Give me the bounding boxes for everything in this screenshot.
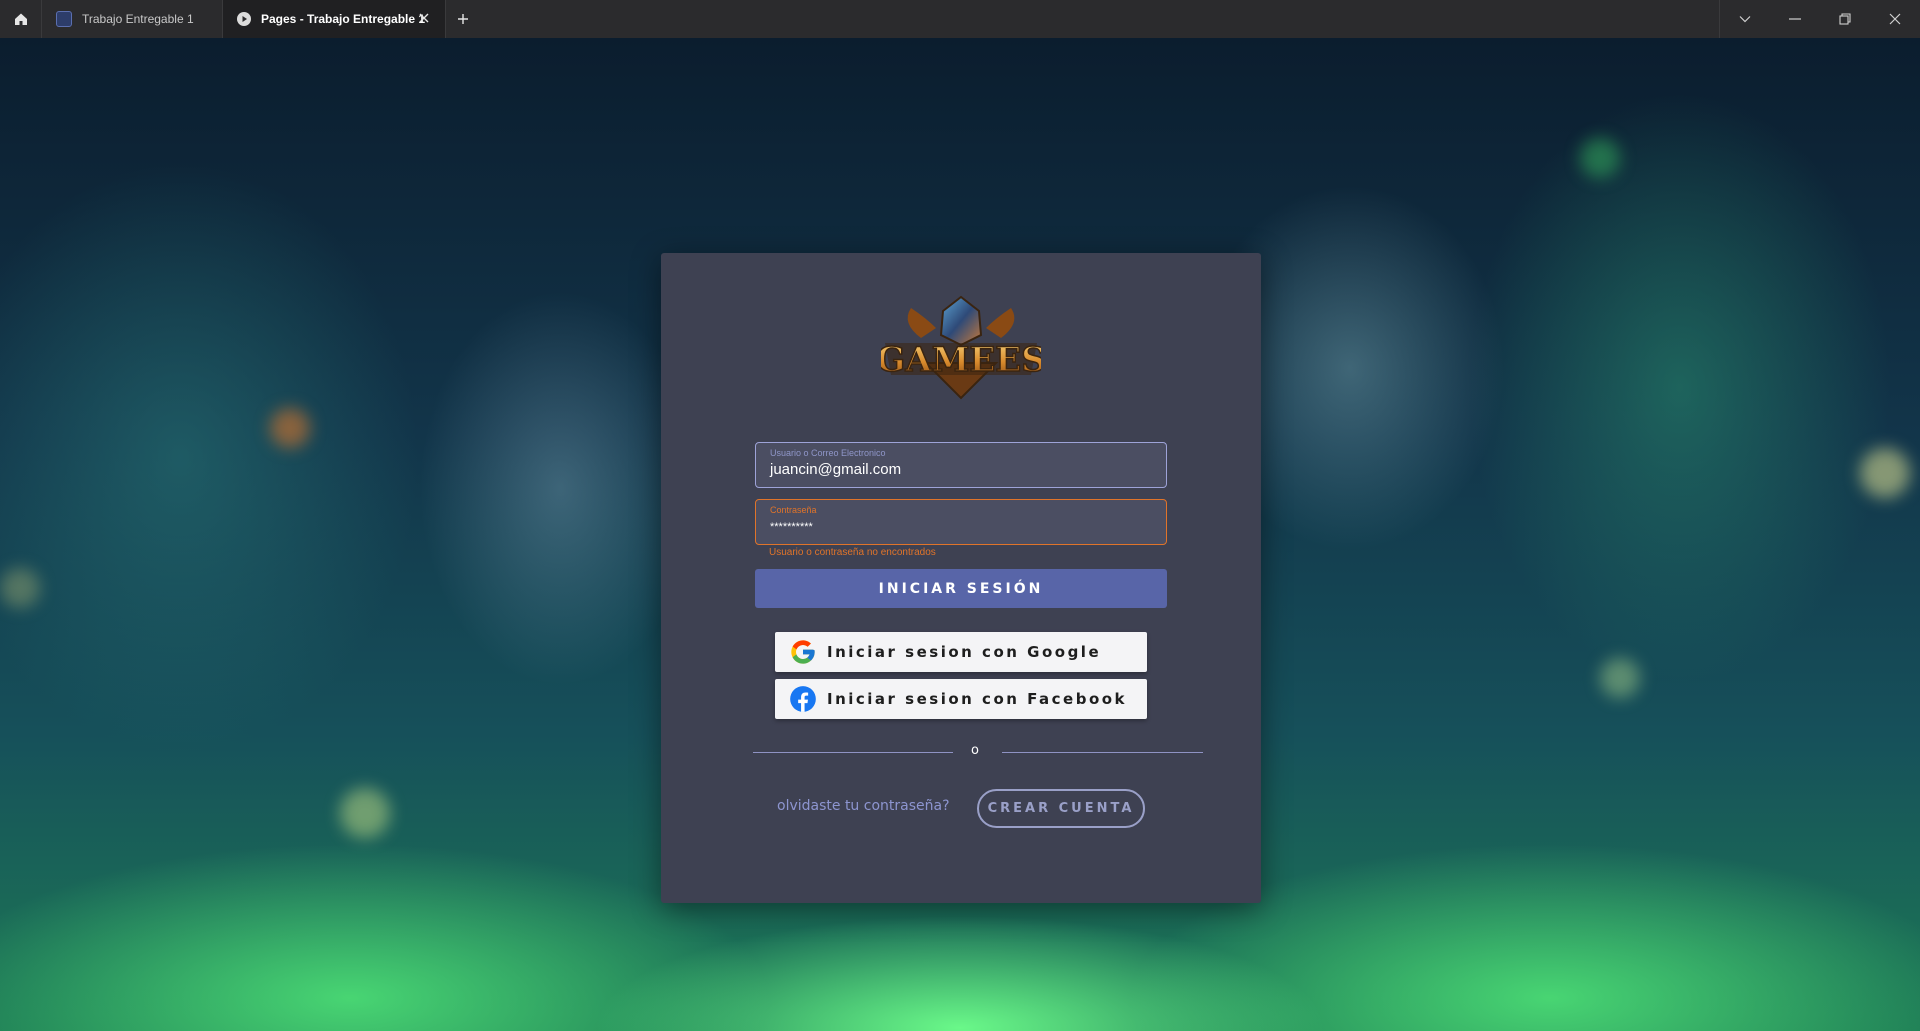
facebook-login-label: Iniciar sesion con Facebook — [827, 690, 1128, 708]
minimize-button[interactable] — [1770, 0, 1820, 38]
login-button[interactable]: INICIAR SESIÓN — [755, 569, 1167, 608]
logo-text: GAMEES — [881, 340, 1041, 380]
close-icon — [1889, 13, 1901, 25]
tab-label: Trabajo Entregable 1 — [82, 12, 194, 26]
google-login-label: Iniciar sesion con Google — [827, 643, 1102, 661]
new-tab-button[interactable] — [446, 0, 480, 38]
restore-icon — [1839, 13, 1851, 25]
close-icon — [419, 13, 429, 23]
login-card: GAMEES Usuario o Correo Electronico juan… — [661, 253, 1261, 903]
close-window-button[interactable] — [1870, 0, 1920, 38]
home-icon — [14, 13, 27, 25]
divider-line-left — [753, 752, 953, 753]
browser-title-bar: Trabajo Entregable 1 Pages - Trabajo Ent… — [0, 0, 1920, 38]
tab-pages-trabajo-entregable[interactable]: Pages - Trabajo Entregable 1 — [223, 0, 446, 38]
password-field-label: Contraseña — [770, 505, 817, 515]
home-button[interactable] — [0, 0, 42, 38]
restore-button[interactable] — [1820, 0, 1870, 38]
tab-list-button[interactable] — [1720, 0, 1770, 38]
window-controls — [1719, 0, 1920, 38]
password-field[interactable]: Contraseña ********** — [755, 499, 1167, 545]
facebook-icon — [790, 686, 816, 712]
password-field-value[interactable]: ********** — [770, 521, 813, 533]
tab-trabajo-entregable[interactable]: Trabajo Entregable 1 — [42, 0, 223, 38]
email-field-label: Usuario o Correo Electronico — [770, 448, 886, 458]
divider-text: o — [971, 743, 979, 758]
create-account-button[interactable]: CREAR CUENTA — [977, 789, 1145, 828]
chevron-down-icon — [1739, 16, 1751, 23]
tab-label: Pages - Trabajo Entregable 1 — [261, 12, 426, 26]
forgot-password-link[interactable]: olvidaste tu contraseña? — [777, 798, 950, 814]
minimize-icon — [1789, 18, 1801, 20]
email-field-value[interactable]: juancin@gmail.com — [770, 461, 901, 478]
app-favicon-icon — [56, 11, 72, 27]
divider-line-right — [1002, 752, 1203, 753]
login-error-message: Usuario o contraseña no encontrados — [769, 547, 936, 558]
close-tab-button[interactable] — [417, 11, 431, 25]
gamees-logo: GAMEES — [881, 295, 1041, 400]
facebook-login-button[interactable]: Iniciar sesion con Facebook — [775, 679, 1147, 719]
email-field[interactable]: Usuario o Correo Electronico juancin@gma… — [755, 442, 1167, 488]
play-circle-icon — [237, 12, 251, 26]
google-icon — [791, 640, 815, 664]
plus-icon — [458, 14, 468, 24]
google-login-button[interactable]: Iniciar sesion con Google — [775, 632, 1147, 672]
